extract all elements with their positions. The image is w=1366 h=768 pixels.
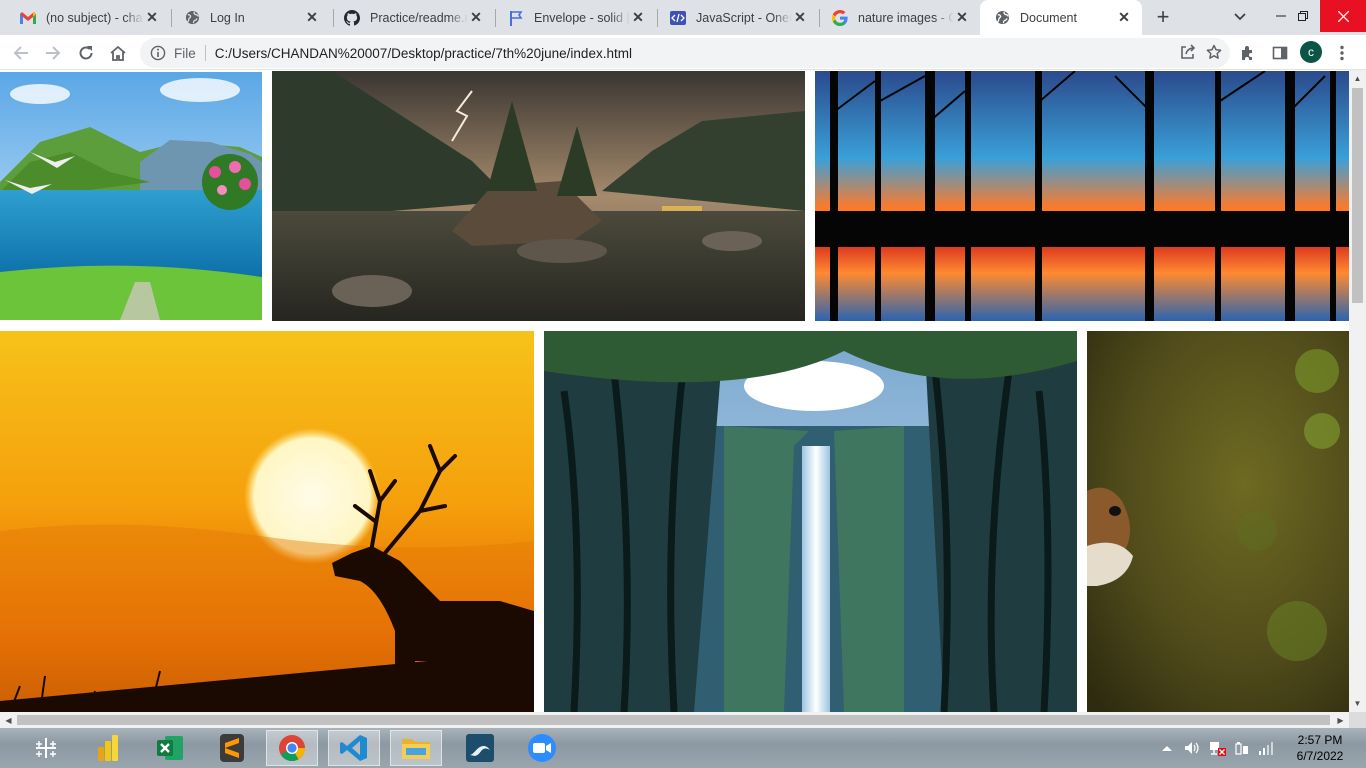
system-clock[interactable]: 2:57 PM 6/7/2022 <box>1285 732 1355 764</box>
security-chip-label: File <box>174 45 196 61</box>
tab-google-search[interactable]: nature images - G ✕ <box>818 0 980 35</box>
close-icon[interactable]: ✕ <box>468 9 484 26</box>
side-panel-icon[interactable] <box>1266 39 1294 67</box>
network-disconnected-icon[interactable] <box>1206 738 1228 758</box>
restore-button[interactable] <box>1281 0 1325 32</box>
kebab-menu-icon[interactable] <box>1328 39 1356 67</box>
tab-github[interactable]: Practice/readme.m ✕ <box>330 0 494 35</box>
tab-fontawesome[interactable]: Envelope - solid | F ✕ <box>494 0 656 35</box>
close-icon[interactable]: ✕ <box>792 9 808 26</box>
tab-login[interactable]: Log In ✕ <box>170 0 330 35</box>
globe-icon <box>994 10 1010 26</box>
extensions-puzzle-icon[interactable] <box>1234 39 1262 67</box>
reload-icon[interactable] <box>72 39 100 67</box>
tab-title: JavaScript - OneCo <box>696 10 792 25</box>
home-icon[interactable] <box>104 39 132 67</box>
scroll-up-arrow-icon[interactable]: ▲ <box>1349 70 1366 87</box>
google-icon <box>832 9 848 26</box>
show-hidden-icons-chevron-icon[interactable] <box>1160 738 1174 758</box>
url-text[interactable]: C:/Users/CHANDAN%20007/Desktop/practice/… <box>215 46 632 61</box>
bookmark-star-icon[interactable] <box>1206 44 1222 63</box>
wifi-signal-icon[interactable] <box>1256 738 1276 758</box>
mysql-workbench-icon[interactable] <box>454 730 506 766</box>
globe-icon <box>184 10 200 26</box>
vscode-icon[interactable] <box>328 730 380 766</box>
tab-onecompiler[interactable]: JavaScript - OneCo ✕ <box>656 0 818 35</box>
horizontal-scrollbar[interactable]: ◀ ▶ <box>0 712 1349 728</box>
volume-icon[interactable] <box>1182 738 1202 758</box>
tab-search-chevron-icon[interactable] <box>1228 6 1252 28</box>
image-sunset-forest-silhouette <box>815 71 1349 321</box>
image-forest-waterfall <box>544 331 1077 712</box>
tab-strip: (no subject) - chan ✕ Log In ✕ Practice/… <box>0 0 1366 35</box>
windows-taskbar: 2:57 PM 6/7/2022 <box>0 728 1366 768</box>
close-icon[interactable]: ✕ <box>144 9 160 26</box>
close-icon[interactable]: ✕ <box>1116 9 1132 26</box>
forward-arrow-icon[interactable] <box>39 39 67 67</box>
tab-title: (no subject) - chan <box>46 10 144 25</box>
divider <box>204 45 206 61</box>
new-tab-button[interactable]: + <box>1150 4 1176 30</box>
browser-toolbar: File C:/Users/CHANDAN%20007/Desktop/prac… <box>0 35 1366 70</box>
share-icon[interactable] <box>1180 43 1196 63</box>
back-arrow-icon[interactable] <box>7 39 35 67</box>
close-icon[interactable]: ✕ <box>954 9 970 26</box>
image-squirrel-peeking <box>1087 331 1349 712</box>
address-bar[interactable]: File C:/Users/CHANDAN%20007/Desktop/prac… <box>140 38 1230 68</box>
scroll-left-arrow-icon[interactable]: ◀ <box>0 712 17 728</box>
image-deer-at-sunset <box>0 331 534 712</box>
vertical-scrollbar[interactable]: ▲ ▼ <box>1349 70 1366 712</box>
window-close-button[interactable] <box>1320 0 1366 32</box>
image-mountain-lake-with-lightning <box>272 71 805 321</box>
horizontal-scroll-thumb[interactable] <box>17 715 1330 725</box>
tab-title: Practice/readme.m <box>370 10 468 25</box>
close-icon[interactable]: ✕ <box>630 9 646 26</box>
scroll-down-arrow-icon[interactable]: ▼ <box>1349 695 1366 712</box>
info-icon[interactable] <box>150 45 166 61</box>
github-icon <box>344 9 360 26</box>
tab-gmail[interactable]: (no subject) - chan ✕ <box>6 0 170 35</box>
close-icon[interactable]: ✕ <box>304 9 320 26</box>
tab-title: Document <box>1020 10 1077 25</box>
flag-icon <box>508 10 524 26</box>
sublime-text-icon[interactable] <box>206 730 258 766</box>
power-bi-icon[interactable] <box>82 730 134 766</box>
code-icon <box>670 10 686 26</box>
page-content <box>0 70 1349 712</box>
image-lake-valley-with-birds <box>0 72 262 320</box>
scroll-right-arrow-icon[interactable]: ▶ <box>1332 712 1349 728</box>
tab-title: nature images - G <box>858 10 954 25</box>
scrollbar-corner <box>1349 712 1366 728</box>
clock-date: 6/7/2022 <box>1296 749 1344 763</box>
zoom-icon[interactable] <box>516 730 568 766</box>
tab-document-active[interactable]: Document ✕ <box>980 0 1142 35</box>
profile-avatar[interactable]: c <box>1300 41 1322 63</box>
gmail-icon <box>20 10 36 26</box>
battery-icon[interactable] <box>1232 738 1252 758</box>
excel-icon[interactable] <box>144 730 196 766</box>
vertical-scroll-thumb[interactable] <box>1352 88 1363 303</box>
tab-title: Log In <box>210 10 245 25</box>
tab-title: Envelope - solid | F <box>534 10 630 25</box>
chrome-icon[interactable] <box>266 730 318 766</box>
tableau-icon[interactable] <box>20 730 72 766</box>
file-explorer-icon[interactable] <box>390 730 442 766</box>
clock-time: 2:57 PM <box>1297 733 1343 747</box>
